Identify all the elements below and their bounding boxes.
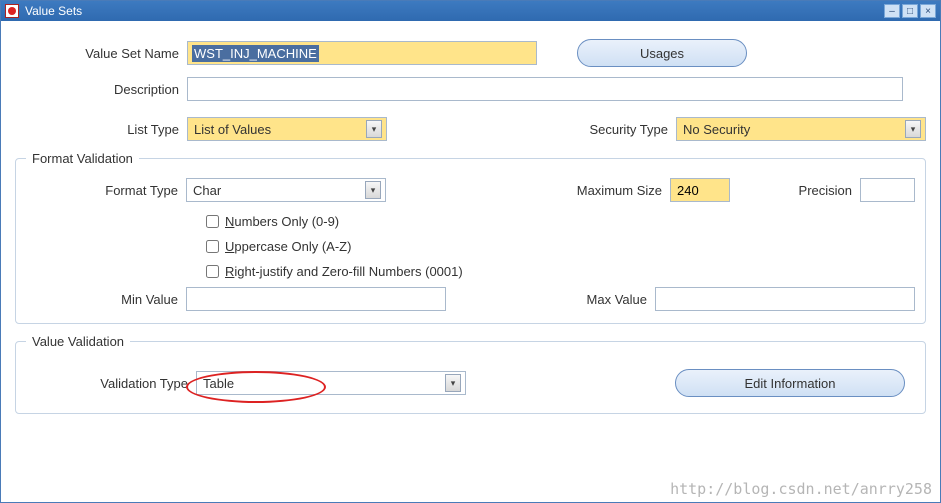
value-validation-group: Value Validation Validation Type Table ▾… <box>15 334 926 414</box>
window-frame: Value Sets – □ × Value Set Name WST_INJ_… <box>0 0 941 503</box>
close-button[interactable]: × <box>920 4 936 18</box>
uppercase-only-row: Uppercase Only (A-Z) <box>202 237 915 256</box>
list-type-label: List Type <box>15 122 187 137</box>
precision-input[interactable] <box>860 178 915 202</box>
precision-label: Precision <box>790 183 860 198</box>
right-justify-row: Right-justify and Zero-fill Numbers (000… <box>202 262 915 281</box>
max-value-input[interactable] <box>655 287 915 311</box>
description-label: Description <box>15 82 187 97</box>
max-value-label: Max Value <box>555 292 655 307</box>
window-title: Value Sets <box>25 4 884 18</box>
titlebar: Value Sets – □ × <box>1 1 940 21</box>
format-type-label: Format Type <box>26 183 186 198</box>
maximize-button[interactable]: □ <box>902 4 918 18</box>
min-value-label: Min Value <box>26 292 186 307</box>
content-area: Value Set Name WST_INJ_MACHINE Usages De… <box>1 21 940 502</box>
validation-type-label: Validation Type <box>26 376 196 391</box>
security-type-label: Security Type <box>566 122 676 137</box>
value-validation-legend: Value Validation <box>26 334 130 349</box>
format-validation-group: Format Validation Format Type Char ▾ Max… <box>15 151 926 324</box>
maximum-size-label: Maximum Size <box>560 183 670 198</box>
min-value-input[interactable] <box>186 287 446 311</box>
uppercase-only-label: Uppercase Only (A-Z) <box>225 239 351 254</box>
watermark-text: http://blog.csdn.net/anrry258 <box>670 480 932 498</box>
uppercase-only-checkbox[interactable] <box>206 240 219 253</box>
dropdown-icon: ▾ <box>905 120 921 138</box>
oracle-icon <box>5 4 19 18</box>
numbers-only-label: Numbers Only (0-9) <box>225 214 339 229</box>
value-set-name-label: Value Set Name <box>15 46 187 61</box>
format-type-select[interactable]: Char ▾ <box>186 178 386 202</box>
minimize-button[interactable]: – <box>884 4 900 18</box>
window-controls: – □ × <box>884 4 936 18</box>
security-type-select[interactable]: No Security ▾ <box>676 117 926 141</box>
dropdown-icon: ▾ <box>445 374 461 392</box>
numbers-only-checkbox[interactable] <box>206 215 219 228</box>
right-justify-checkbox[interactable] <box>206 265 219 278</box>
description-input[interactable] <box>187 77 903 101</box>
numbers-only-row: Numbers Only (0-9) <box>202 212 915 231</box>
usages-button[interactable]: Usages <box>577 39 747 67</box>
validation-type-select[interactable]: Table ▾ <box>196 371 466 395</box>
maximum-size-input[interactable] <box>670 178 730 202</box>
value-set-name-input[interactable]: WST_INJ_MACHINE <box>187 41 537 65</box>
format-validation-legend: Format Validation <box>26 151 139 166</box>
dropdown-icon: ▾ <box>366 120 382 138</box>
edit-information-button[interactable]: Edit Information <box>675 369 905 397</box>
list-type-select[interactable]: List of Values ▾ <box>187 117 387 141</box>
value-set-name-value: WST_INJ_MACHINE <box>192 45 319 62</box>
dropdown-icon: ▾ <box>365 181 381 199</box>
right-justify-label: Right-justify and Zero-fill Numbers (000… <box>225 264 463 279</box>
